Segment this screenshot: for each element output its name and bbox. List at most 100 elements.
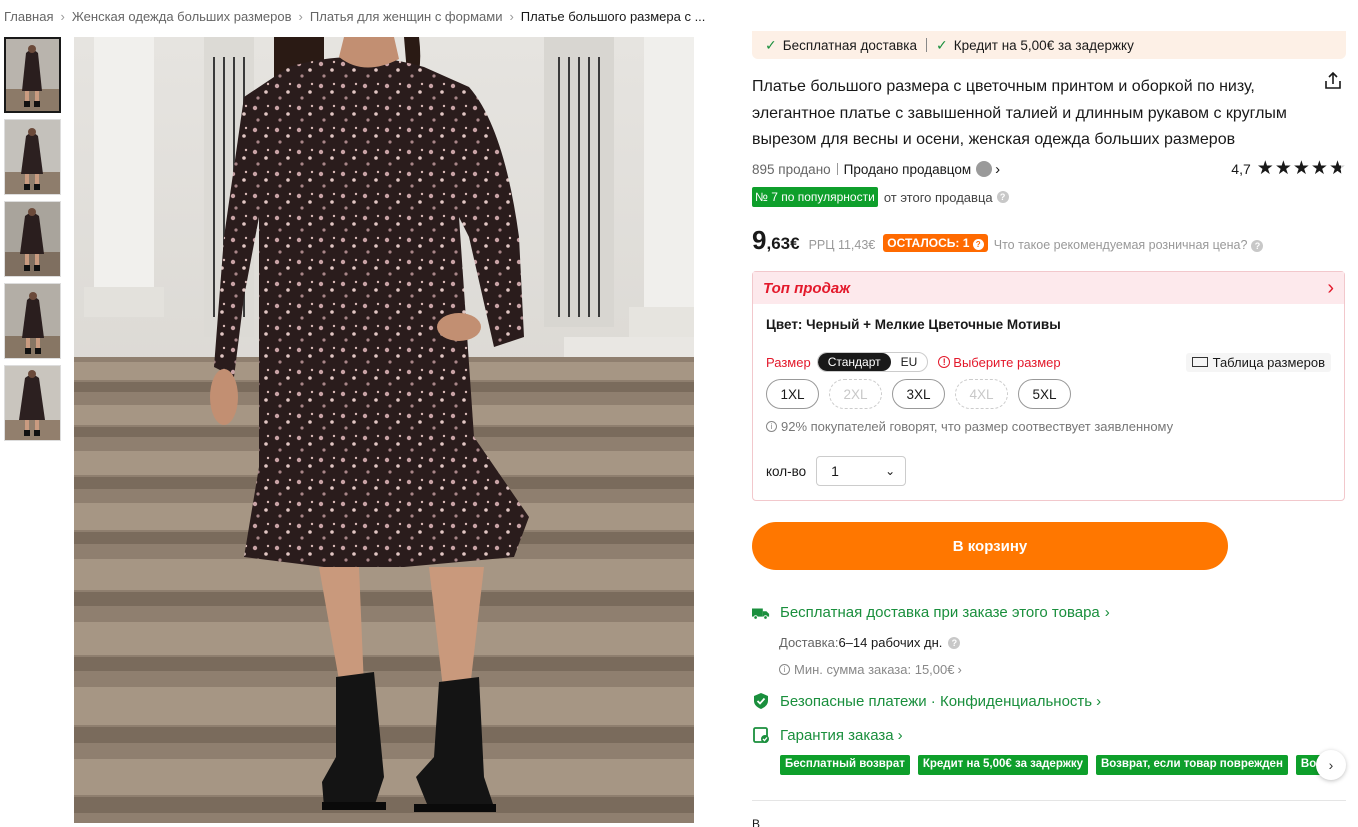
size-option[interactable]: 4XL: [955, 379, 1008, 409]
main-product-image[interactable]: [74, 37, 694, 823]
quantity-value: 1: [831, 463, 839, 479]
rating-stars: ★ ★ ★ ★ ★: [1256, 158, 1346, 179]
chevron-right-icon: ›: [60, 9, 65, 24]
size-system-eu[interactable]: EU: [891, 353, 928, 371]
star-icon: ★: [1292, 158, 1310, 179]
rating-value: 4,7: [1231, 161, 1251, 177]
chevron-right-icon: ›: [1096, 692, 1102, 710]
chevron-right-icon: ›: [509, 9, 514, 24]
delivery-value: 6–14 рабочих дн.: [838, 635, 943, 650]
quantity-row: кол-во 1 ⌄: [766, 456, 907, 486]
chevron-right-icon: ›: [1104, 604, 1110, 621]
seller-avatar[interactable]: [976, 161, 993, 177]
shipping-title: Бесплатная доставка при заказе этого тов…: [780, 604, 1100, 621]
stock-left-text: ОСТАЛОСЬ: 1: [887, 236, 970, 250]
security-title: Безопасные платежи · Конфиденциальность: [780, 692, 1093, 710]
check-icon: ✓: [936, 36, 948, 53]
divider: [836, 163, 838, 175]
size-system-toggle: Стандарт EU: [816, 352, 929, 372]
size-option[interactable]: 5XL: [1018, 379, 1071, 409]
star-icon: ★: [1310, 158, 1328, 179]
popularity-badge[interactable]: № 7 по популярности: [752, 187, 878, 207]
chevron-right-icon: ›: [957, 662, 962, 677]
fit-note-text: 92% покупателей говорят, что размер соот…: [781, 419, 1174, 434]
question-icon[interactable]: ?: [996, 191, 1009, 203]
truck-icon: [752, 605, 770, 621]
size-option[interactable]: 3XL: [892, 379, 945, 409]
size-table-label: Таблица размеров: [1212, 354, 1325, 370]
guarantee-link[interactable]: Гарантия заказа ›: [752, 726, 1346, 744]
product-title: Платье большого размера с цветочным прин…: [752, 78, 1287, 148]
breadcrumb-subcategory[interactable]: Платья для женщин с формами: [310, 9, 503, 24]
popularity-row: № 7 по популярности от этого продавца ?: [752, 187, 1009, 207]
product-thumbnail[interactable]: [4, 119, 61, 195]
rrp-price: РРЦ 11,43€: [808, 238, 876, 252]
delivery-label: Доставка:: [779, 635, 839, 650]
guarantee-tag: Возврат, если товар поврежден: [1096, 755, 1288, 775]
security-link[interactable]: Безопасные платежи · Конфиденциальность …: [752, 692, 1346, 710]
top-sales-header[interactable]: Топ продаж ›: [753, 272, 1344, 304]
breadcrumb-home[interactable]: Главная: [4, 9, 53, 24]
tags-next-button[interactable]: ›: [1316, 750, 1346, 780]
price-decimal: ,63€: [766, 234, 800, 253]
sku-selector: Топ продаж › Цвет: Черный + Мелкие Цвето…: [752, 271, 1345, 501]
size-row: Размер Стандарт EU ! Выберите размер Таб…: [766, 352, 1331, 372]
rating[interactable]: 4,7 ★ ★ ★ ★ ★: [1231, 158, 1346, 179]
quantity-label: кол-во: [766, 463, 807, 479]
delivery-info: Доставка: 6–14 рабочих дн. ?: [779, 635, 961, 650]
chevron-right-icon: ›: [298, 9, 303, 24]
shield-icon: [752, 692, 770, 710]
breadcrumb-current: Платье большого размера с ...: [520, 9, 706, 24]
product-thumbnail[interactable]: [4, 201, 61, 277]
size-system-standard[interactable]: Стандарт: [817, 353, 891, 371]
size-label: Размер: [766, 354, 811, 370]
seller-link[interactable]: Продано продавцом: [844, 162, 971, 177]
chevron-right-icon[interactable]: ›: [995, 161, 1000, 178]
price-integer: 9: [752, 225, 767, 255]
add-to-cart-button[interactable]: В корзину: [752, 522, 1228, 570]
divider: [752, 800, 1346, 801]
stock-left-badge: ОСТАЛОСЬ: 1 ?: [883, 234, 988, 252]
chevron-right-icon: ›: [1327, 276, 1334, 299]
star-icon: ★: [1256, 158, 1274, 179]
product-thumbnail[interactable]: [4, 37, 61, 113]
guarantee-title: Гарантия заказа: [780, 726, 894, 744]
shipping-link[interactable]: Бесплатная доставка при заказе этого тов…: [752, 604, 1346, 621]
thumbnail-list: [4, 37, 61, 447]
min-order-info[interactable]: i Мин. сумма заказа: 15,00€ ›: [779, 662, 962, 677]
min-order-text: Мин. сумма заказа: 15,00€: [794, 662, 955, 677]
product-thumbnail[interactable]: [4, 365, 61, 441]
quantity-select[interactable]: 1 ⌄: [816, 456, 907, 486]
guarantee-icon: [752, 726, 770, 744]
sold-count: 895 продано: [752, 161, 831, 177]
rrp-question[interactable]: Что такое рекомендуемая розничная цена?: [994, 238, 1248, 252]
section-heading-cut: В: [752, 817, 761, 827]
chevron-down-icon: ⌄: [885, 464, 896, 478]
promo-credit: Кредит на 5,00€ за задержку: [953, 37, 1134, 53]
share-icon[interactable]: [1322, 70, 1344, 92]
question-icon[interactable]: ?: [948, 636, 961, 649]
guarantee-tag: Бесплатный возврат: [780, 755, 910, 775]
fit-note: i 92% покупателей говорят, что размер со…: [766, 419, 1173, 434]
size-warning: ! Выберите размер: [938, 355, 1061, 370]
product-thumbnail[interactable]: [4, 283, 61, 359]
question-icon[interactable]: ?: [972, 239, 984, 250]
chevron-right-icon: ›: [897, 726, 903, 744]
size-table-button[interactable]: Таблица размеров: [1185, 352, 1331, 372]
star-icon: ★: [1274, 158, 1292, 179]
ruler-icon: [1191, 357, 1208, 367]
chevron-right-icon: ›: [1328, 757, 1334, 773]
guarantee-tag: Кредит на 5,00€ за задержку: [917, 755, 1088, 775]
popularity-text: от этого продавца: [883, 189, 993, 205]
price-row: 9 ,63€ РРЦ 11,43€ ОСТАЛОСЬ: 1 ? Что тако…: [752, 225, 1264, 256]
question-icon[interactable]: ?: [1251, 240, 1264, 252]
check-icon: ✓: [765, 36, 777, 53]
breadcrumb: Главная › Женская одежда больших размеро…: [4, 9, 705, 24]
breadcrumb-category[interactable]: Женская одежда больших размеров: [72, 9, 292, 24]
size-option[interactable]: 1XL: [766, 379, 819, 409]
divider: [926, 38, 928, 52]
warning-icon: !: [938, 356, 951, 368]
guarantee-tags: Бесплатный возврат Кредит на 5,00€ за за…: [780, 755, 1346, 775]
promo-free-shipping: Бесплатная доставка: [782, 37, 918, 53]
size-option[interactable]: 2XL: [829, 379, 882, 409]
